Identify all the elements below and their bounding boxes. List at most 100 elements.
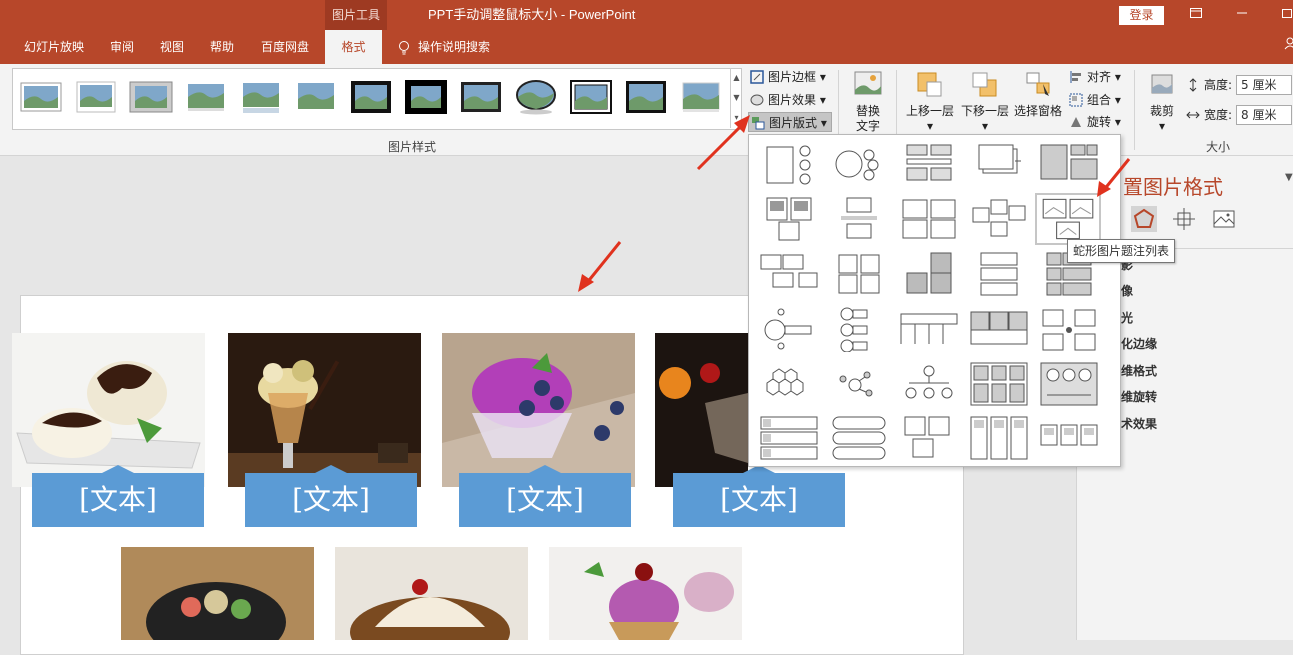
picture-style-thumb[interactable]	[184, 79, 228, 115]
dessert-photo-5[interactable]	[121, 547, 314, 640]
layout-option[interactable]	[759, 361, 819, 407]
picture-style-thumb[interactable]	[19, 79, 63, 115]
tab-view[interactable]: 视图	[150, 30, 194, 64]
rotate-button[interactable]: 旋转 ▾	[1069, 112, 1121, 132]
layout-option-bending-picture-caption-list[interactable]	[1035, 193, 1101, 245]
picture-border-button[interactable]: 图片边框 ▾	[750, 67, 826, 87]
picture-style-thumb[interactable]	[74, 79, 118, 115]
picture-style-thumb[interactable]	[239, 79, 283, 115]
layout-option[interactable]	[899, 415, 959, 461]
picture-layout-button[interactable]: 图片版式 ▾	[748, 112, 832, 132]
layout-option[interactable]	[969, 196, 1029, 242]
lightbulb-icon	[399, 40, 409, 54]
send-backward-button[interactable]: 下移一层 ▾	[958, 70, 1012, 134]
pane-section-glow[interactable]: 光	[1121, 309, 1133, 326]
picture-style-thumb[interactable]	[624, 79, 668, 115]
tab-help[interactable]: 帮助	[200, 30, 244, 64]
bring-forward-icon	[917, 72, 942, 97]
group-button[interactable]: 组合 ▾	[1069, 90, 1121, 110]
picture-caption-2[interactable]: [文本]	[245, 465, 417, 527]
picture-tools-context-label: 图片工具	[325, 0, 387, 30]
group-icon	[1069, 93, 1083, 107]
layout-option[interactable]	[759, 196, 819, 242]
layout-option[interactable]	[829, 415, 889, 461]
picture-style-thumb[interactable]	[404, 79, 448, 115]
picture-caption-1[interactable]: [文本]	[32, 465, 204, 527]
tab-format[interactable]: 格式	[325, 30, 382, 64]
picture-style-thumb[interactable]	[514, 79, 558, 115]
size-properties-icon[interactable]	[1173, 208, 1195, 230]
picture-effects-button[interactable]: 图片效果 ▾	[750, 90, 826, 110]
layout-option[interactable]	[899, 306, 959, 352]
selection-pane-button[interactable]: 选择窗格	[1011, 70, 1065, 119]
layout-option[interactable]	[899, 196, 959, 242]
pane-options-icon[interactable]: ▼	[1285, 172, 1293, 183]
maximize-icon[interactable]	[1272, 0, 1293, 30]
width-input[interactable]: 8 厘米	[1236, 105, 1292, 125]
layout-option[interactable]	[829, 361, 889, 407]
layout-option[interactable]	[759, 141, 819, 187]
layout-option[interactable]	[759, 306, 819, 352]
picture-style-thumb[interactable]	[349, 79, 393, 115]
layout-option[interactable]	[899, 361, 959, 407]
dessert-photo-6[interactable]	[335, 547, 528, 640]
layout-option[interactable]	[1039, 415, 1099, 461]
ribbon-display-options-icon[interactable]	[1181, 0, 1211, 30]
alt-text-button[interactable]: 替换 文字	[850, 70, 886, 134]
height-icon	[1189, 78, 1197, 92]
layout-option[interactable]	[969, 251, 1029, 297]
layout-option[interactable]	[759, 251, 819, 297]
tab-baidu-netdisk[interactable]: 百度网盘	[250, 30, 320, 64]
picture-style-thumb[interactable]	[569, 79, 613, 115]
picture-style-thumb[interactable]	[679, 79, 723, 115]
picture-style-thumb[interactable]	[294, 79, 338, 115]
picture-style-thumb[interactable]	[459, 79, 503, 115]
layout-option[interactable]	[899, 141, 959, 187]
gallery-down-icon[interactable]: ▼	[730, 88, 742, 108]
picture-caption-4[interactable]: [文本]	[673, 465, 845, 527]
pane-section-soft-edges[interactable]: 化边缘	[1121, 335, 1157, 352]
picture-style-thumb[interactable]	[129, 79, 173, 115]
pane-section-3d-format[interactable]: 维格式	[1121, 362, 1157, 379]
pane-section-reflection[interactable]: 像	[1121, 282, 1133, 299]
layout-option[interactable]	[969, 361, 1029, 407]
tab-slideshow[interactable]: 幻灯片放映	[14, 30, 94, 64]
layout-option[interactable]	[969, 141, 1029, 187]
layout-option[interactable]	[1039, 306, 1099, 352]
dessert-photo-3[interactable]	[442, 333, 635, 487]
layout-option[interactable]	[829, 251, 889, 297]
tell-me-search[interactable]: 操作说明搜索	[398, 30, 490, 64]
layout-option[interactable]	[829, 196, 889, 242]
picture-border-icon	[750, 70, 764, 84]
layout-option[interactable]	[759, 415, 819, 461]
layout-option[interactable]	[969, 306, 1029, 352]
pane-title: 置图片格式	[1123, 175, 1223, 199]
bring-forward-button[interactable]: 上移一层 ▾	[903, 70, 957, 134]
layout-option[interactable]	[829, 141, 889, 187]
fill-line-icon[interactable]	[1131, 206, 1157, 232]
login-button[interactable]: 登录	[1119, 6, 1164, 25]
pane-section-artistic-effects[interactable]: 术效果	[1121, 415, 1157, 432]
align-button[interactable]: 对齐 ▾	[1069, 67, 1121, 87]
dessert-photo-1[interactable]	[12, 333, 205, 487]
width-label: 宽度:	[1186, 105, 1232, 125]
height-input[interactable]: 5 厘米	[1236, 75, 1292, 95]
dessert-photo-2[interactable]	[228, 333, 421, 487]
dessert-photo-7[interactable]	[549, 547, 742, 640]
picture-icon[interactable]	[1213, 208, 1235, 230]
crop-button[interactable]: 裁剪 ▾	[1143, 70, 1181, 134]
dessert-photo-4[interactable]	[655, 333, 748, 487]
account-icon[interactable]	[1275, 32, 1293, 62]
picture-caption-3[interactable]: [文本]	[459, 465, 631, 527]
layout-option[interactable]	[1039, 361, 1099, 407]
tab-review[interactable]: 审阅	[100, 30, 144, 64]
align-icon	[1070, 71, 1081, 83]
gallery-up-icon[interactable]: ▲	[730, 68, 742, 88]
layout-option[interactable]	[969, 415, 1029, 461]
layout-option[interactable]	[829, 306, 889, 352]
minimize-icon[interactable]	[1227, 0, 1257, 30]
layout-option[interactable]	[899, 251, 959, 297]
annotation-arrow	[696, 115, 750, 171]
pane-section-3d-rotation[interactable]: 维旋转	[1121, 388, 1157, 405]
layout-option[interactable]	[1039, 141, 1099, 187]
